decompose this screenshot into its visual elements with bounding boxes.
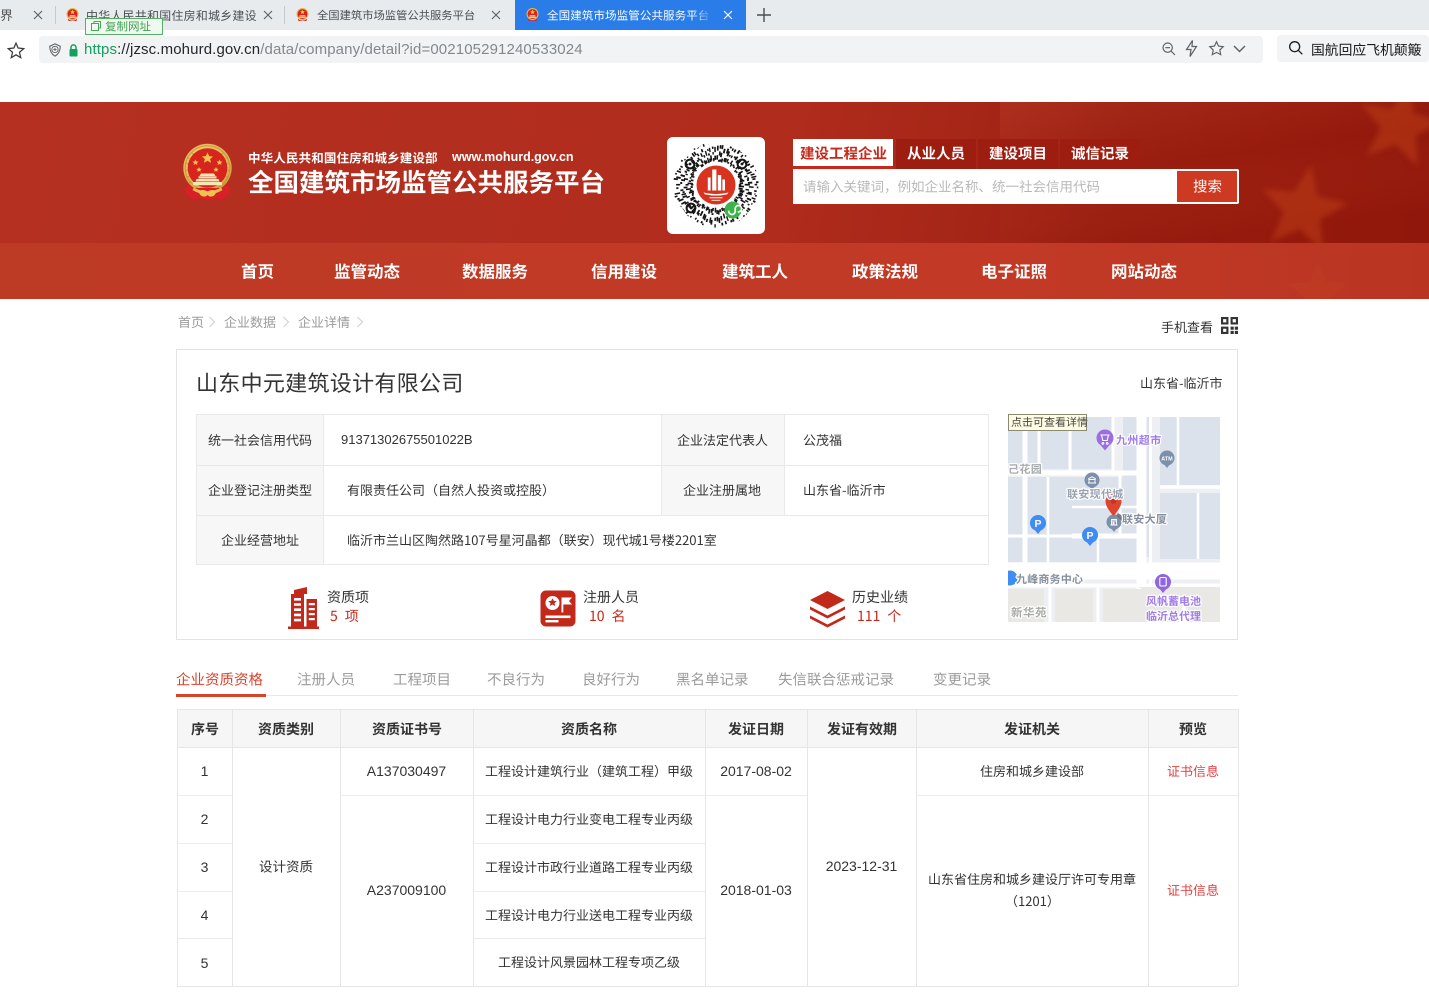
svg-text:P: P: [1086, 530, 1093, 542]
svg-text:ATM: ATM: [1161, 457, 1173, 463]
svg-text:P: P: [1034, 518, 1041, 530]
